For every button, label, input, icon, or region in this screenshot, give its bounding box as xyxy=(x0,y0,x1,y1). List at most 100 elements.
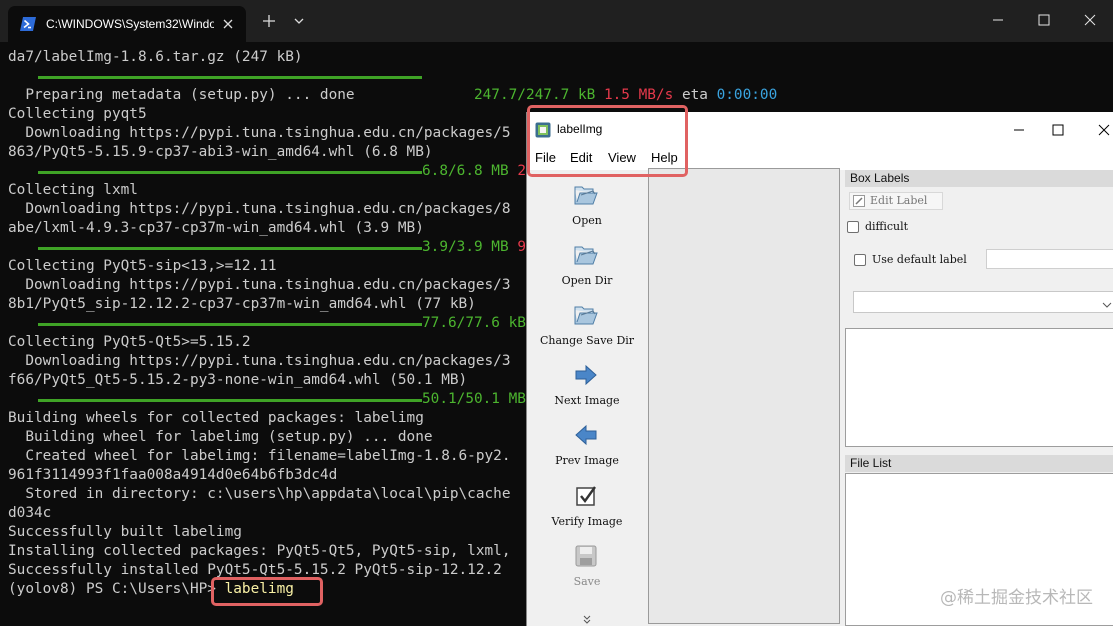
progress-text: 77.6/77.6 kB xyxy=(422,314,526,333)
terminal-line: Stored in directory: c:\users\hp\appdata… xyxy=(8,486,511,502)
progress-speed: 2 xyxy=(517,163,526,179)
progress-bar xyxy=(38,76,422,79)
progress-eta-label: eta xyxy=(681,87,708,103)
open-label: Open xyxy=(572,214,602,227)
terminal-line: abe/lxml-4.9.3-cp37-cp37m-win_amd64.whl … xyxy=(8,220,424,236)
progress-row: 3.9/3.9 MB 9 xyxy=(8,238,528,257)
terminal-titlebar: C:\WINDOWS\System32\WindowsPowerShell xyxy=(0,0,1113,42)
verify-image-button[interactable]: Verify Image xyxy=(527,479,647,539)
progress-row: 77.6/77.6 kB xyxy=(8,314,528,333)
edit-label-button[interactable]: Edit Label xyxy=(849,192,943,210)
watermark: @稀土掘金技术社区 xyxy=(940,588,1093,608)
new-tab-button[interactable] xyxy=(258,10,280,32)
terminal-line: da7/labelImg-1.8.6.tar.gz (247 kB) xyxy=(8,49,303,65)
terminal-line: Collecting pyqt5 xyxy=(8,106,147,122)
progress-done: 50.1/50.1 MB xyxy=(422,391,526,407)
labelimg-menu-highlight xyxy=(527,105,688,177)
terminal-line: Downloading https://pypi.tuna.tsinghua.e… xyxy=(8,277,511,293)
minimize-icon[interactable] xyxy=(1001,116,1037,144)
progress-bar xyxy=(38,171,422,174)
folder-open-icon xyxy=(573,182,599,208)
use-default-label-row[interactable]: Use default label xyxy=(854,253,967,266)
label-list[interactable] xyxy=(845,328,1113,447)
terminal-line: Collecting PyQt5-sip<13,>=12.11 xyxy=(8,258,277,274)
difficult-checkbox-row[interactable]: difficult xyxy=(847,220,908,233)
terminal-line: Preparing metadata (setup.py) ... done xyxy=(8,87,355,103)
prev-image-button[interactable]: Prev Image xyxy=(527,418,647,478)
arrow-left-icon xyxy=(573,422,599,448)
verify-image-label: Verify Image xyxy=(551,515,623,528)
progress-text: 3.9/3.9 MB 9 xyxy=(422,238,526,257)
maximize-icon[interactable] xyxy=(1024,4,1064,36)
progress-bar xyxy=(38,399,422,402)
folder-open-icon xyxy=(573,242,599,268)
progress-done: 6.8/6.8 MB xyxy=(422,163,509,179)
progress-text: 50.1/50.1 MB xyxy=(422,390,526,409)
terminal-line: Downloading https://pypi.tuna.tsinghua.e… xyxy=(8,125,511,141)
progress-text: 6.8/6.8 MB 2 xyxy=(422,162,526,181)
next-image-label: Next Image xyxy=(554,394,620,407)
terminal-line: 863/PyQt5-5.15.9-cp37-abi3-win_amd64.whl… xyxy=(8,144,433,160)
progress-done: 3.9/3.9 MB xyxy=(422,239,509,255)
save-button[interactable]: Save xyxy=(527,539,647,599)
difficult-checkbox[interactable] xyxy=(847,220,859,233)
terminal-line: Building wheel for labelimg (setup.py) .… xyxy=(8,429,433,445)
terminal-line: Collecting lxml xyxy=(8,182,138,198)
arrow-right-icon xyxy=(573,362,599,388)
tab-close-icon[interactable] xyxy=(220,16,236,32)
terminal-line: Created wheel for labelimg: filename=lab… xyxy=(8,448,511,464)
change-save-dir-label: Change Save Dir xyxy=(539,334,635,347)
tab-dropdown-button[interactable] xyxy=(288,10,310,32)
label-combobox[interactable] xyxy=(853,291,1113,313)
labelimg-window: labelImg File Edit View Help Open Open D… xyxy=(526,112,1113,626)
save-icon xyxy=(573,543,599,569)
change-save-dir-button[interactable]: Change Save Dir xyxy=(527,298,647,358)
open-dir-label: Open Dir xyxy=(561,274,613,287)
open-dir-button[interactable]: Open Dir xyxy=(527,238,647,298)
progress-bar xyxy=(38,323,422,326)
terminal-line: Downloading https://pypi.tuna.tsinghua.e… xyxy=(8,201,511,217)
terminal-tab[interactable]: C:\WINDOWS\System32\WindowsPowerShell xyxy=(8,6,246,42)
folder-open-icon xyxy=(573,302,599,328)
image-canvas[interactable] xyxy=(648,168,840,624)
close-icon[interactable] xyxy=(1086,116,1113,144)
open-button[interactable]: Open xyxy=(527,178,647,238)
progress-done: 247.7/247.7 kB xyxy=(473,87,596,103)
terminal-line: 8b1/PyQt5_sip-12.12.2-cp37-cp37m-win_amd… xyxy=(8,296,476,312)
progress-row: 50.1/50.1 MB xyxy=(8,390,528,409)
edit-icon xyxy=(853,195,866,207)
terminal-line: Installing collected packages: PyQt5-Qt5… xyxy=(8,543,511,559)
prompt-text: (yolov8) PS C:\Users\HP> xyxy=(8,581,216,597)
file-list-title: File List xyxy=(845,455,1113,472)
use-default-label-text: Use default label xyxy=(872,253,967,266)
prev-image-label: Prev Image xyxy=(555,454,619,467)
terminal-line: Collecting PyQt5-Qt5>=5.15.2 xyxy=(8,334,251,350)
progress-eta: 0:00:00 xyxy=(716,87,778,103)
check-icon xyxy=(573,483,599,509)
minimize-icon[interactable] xyxy=(978,4,1018,36)
close-icon[interactable] xyxy=(1070,4,1110,36)
terminal-line: d034c xyxy=(8,505,52,521)
next-image-button[interactable]: Next Image xyxy=(527,358,647,418)
terminal-line: 961f3114993f1faa008a4914d0e64b6fb3dc4d xyxy=(8,467,338,483)
powershell-icon xyxy=(20,17,36,31)
use-default-label-checkbox[interactable] xyxy=(854,253,866,266)
progress-bar xyxy=(38,247,422,250)
box-labels-title: Box Labels xyxy=(845,170,1113,187)
default-label-input[interactable] xyxy=(986,249,1113,269)
save-label: Save xyxy=(573,575,601,588)
terminal-line: f66/PyQt5_Qt5-5.15.2-py3-none-win_amd64.… xyxy=(8,372,468,388)
edit-label-text: Edit Label xyxy=(870,194,928,207)
terminal-line: Successfully built labelimg xyxy=(8,524,242,540)
maximize-icon[interactable] xyxy=(1040,116,1076,144)
chevron-down-icon xyxy=(1101,296,1113,308)
progress-row: 6.8/6.8 MB 2 xyxy=(8,162,528,181)
progress-speed: 1.5 MB/s xyxy=(603,87,674,103)
labelimg-toolbar: Open Open Dir Change Save Dir Next Image… xyxy=(527,170,647,626)
more-tools-chevron-icon[interactable] xyxy=(581,610,593,624)
difficult-label: difficult xyxy=(865,220,909,233)
terminal-line: Downloading https://pypi.tuna.tsinghua.e… xyxy=(8,353,511,369)
progress-row: 247.7/247.7 kB 1.5 MB/s eta 0:00:00 xyxy=(8,67,808,103)
progress-done: 77.6/77.6 kB xyxy=(422,315,526,331)
command-highlight xyxy=(211,577,323,606)
